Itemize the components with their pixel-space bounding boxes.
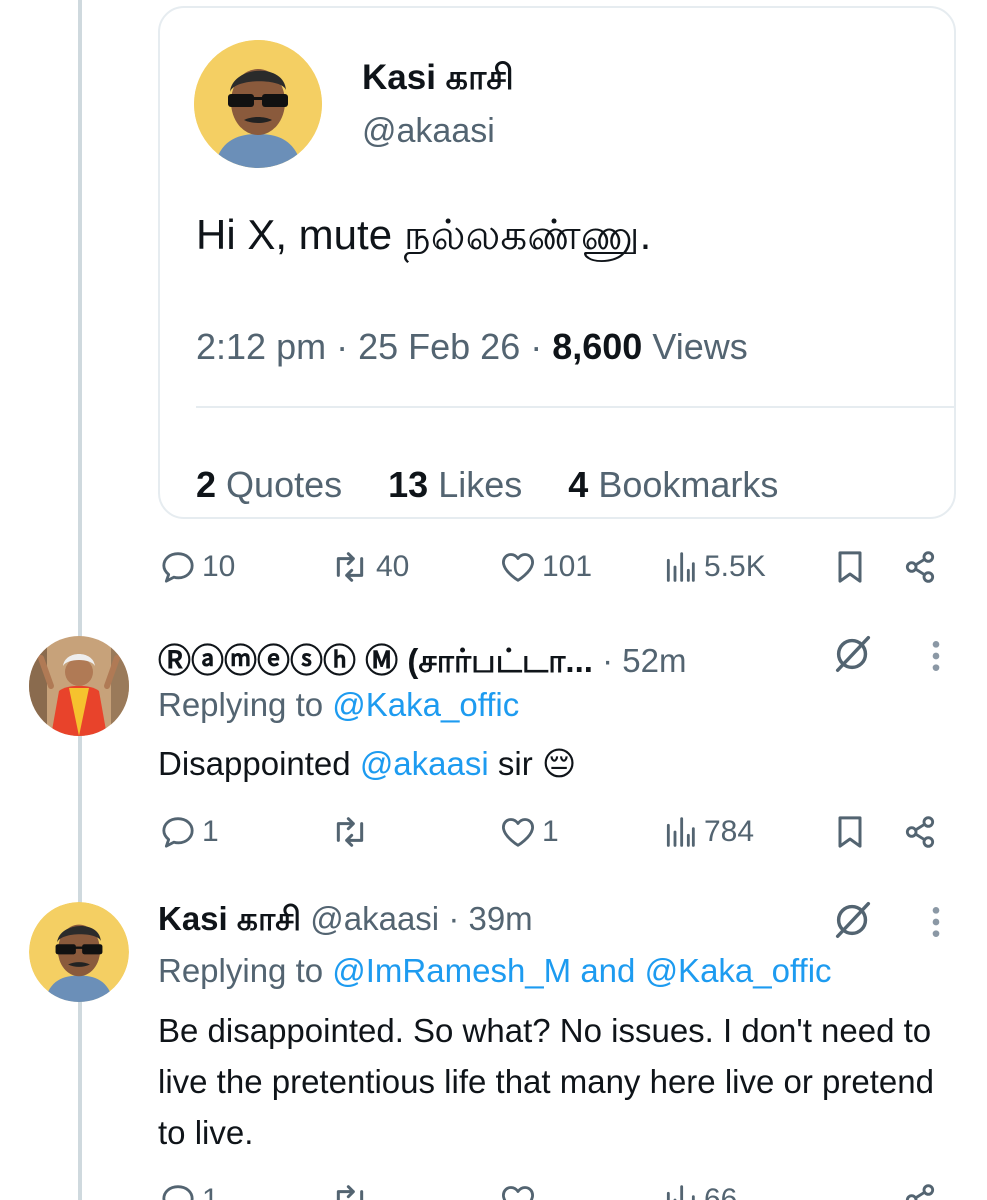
author-handle[interactable]: @akaasi [362,112,495,151]
mention-link[interactable]: @Kaka_offic [645,952,832,989]
bookmark-icon [838,816,862,848]
main-tweet-actions: 10 40 101 5.5K [158,547,958,587]
thread-connector-line [78,0,82,1200]
avatar[interactable] [194,40,322,168]
share-icon [905,1184,935,1200]
repost-icon [336,817,364,847]
repost-button[interactable] [328,1180,372,1200]
reply-icon [162,552,194,583]
views-button[interactable]: 66 [660,1180,737,1200]
views-icon [666,817,695,847]
mention-link[interactable]: @akaasi [360,745,489,782]
meta-separator: · [336,326,359,367]
share-icon [905,816,935,848]
bookmark-icon [838,551,862,583]
reply-text: Disappointed @akaasi sir 😔 [158,745,577,782]
share-button[interactable] [900,547,940,587]
like-button[interactable] [498,1180,538,1200]
person-avatar-icon [194,40,322,168]
reply-button[interactable]: 10 [158,547,235,587]
reply-header: Kasi காசி @akaasi · 39m [158,900,533,943]
share-icon [905,551,935,583]
heart-icon [502,818,534,847]
more-icon[interactable] [926,902,946,942]
reply-icon [162,1185,194,1200]
reply-count: 1 [202,1183,219,1200]
views-button[interactable]: 5.5K [660,547,766,587]
replying-to: Replying to @Kaka_offic [158,686,520,723]
heart-icon [502,553,534,582]
avatar[interactable] [29,636,129,736]
views-icon [666,552,695,582]
divider [196,406,954,408]
reply-count: 1 [202,815,219,848]
reply-count: 10 [202,550,236,583]
grok-icon[interactable] [830,896,876,942]
thread-view: Kasi காசி @akaasi Hi X, mute நல்லகண்ணு. … [0,0,987,1200]
views-count: 784 [704,815,755,848]
repost-button[interactable]: 40 [328,547,409,587]
repost-icon [336,1185,364,1200]
grok-icon[interactable] [830,630,876,676]
like-button[interactable]: 101 [498,547,592,587]
share-button[interactable] [900,812,940,852]
views-button[interactable]: 784 [660,812,754,852]
heart-icon [502,1186,534,1200]
like-button[interactable]: 1 [498,812,559,852]
views-icon [666,1185,695,1200]
views-label: Views [652,326,748,367]
bookmarks-stat[interactable]: 4 Bookmarks [568,464,778,505]
author-handle[interactable]: @akaasi [310,900,439,937]
views-count: 66 [704,1183,738,1200]
tweet-meta: 2:12 pm · 25 Feb 26 · 8,600 Views [196,326,748,368]
replying-to: Replying to @ImRamesh_M and @Kaka_offic [158,952,832,989]
tweet-date[interactable]: 25 Feb 26 [358,326,520,367]
repost-button[interactable] [328,812,372,852]
tweet-time[interactable]: 2:12 pm [196,326,326,367]
repost-icon [336,552,364,582]
person-avatar-icon [29,902,129,1002]
author-name[interactable]: Kasi காசி [158,900,301,937]
author-name[interactable]: Ⓡⓐⓜⓔⓢⓗ Ⓜ (சார்பட்டா... [158,642,593,679]
author-name[interactable]: Kasi காசி [362,58,514,102]
reply-icon [162,817,194,848]
reply-actions: 1 66 [158,1180,958,1200]
share-button[interactable] [900,1180,940,1200]
like-count: 101 [542,550,593,583]
bookmark-button[interactable] [830,547,870,587]
reply-header: Ⓡⓐⓜⓔⓢⓗ Ⓜ (சார்பட்டா... · 52m [158,634,686,685]
tweet-text: Hi X, mute நல்லகண்ணு. [196,211,652,258]
likes-stat[interactable]: 13 Likes [388,464,522,505]
meta-separator: · [530,326,553,367]
mention-link[interactable]: @ImRamesh_M [332,952,571,989]
reply-text: Be disappointed. So what? No issues. I d… [158,1012,934,1151]
mention-link[interactable]: @Kaka_offic [332,686,519,723]
like-count: 1 [542,815,559,848]
person-avatar-icon [29,636,129,736]
reply-time[interactable]: · 39m [448,900,532,937]
quoted-tweet-card[interactable]: Kasi காசி @akaasi Hi X, mute நல்லகண்ணு. … [158,6,956,519]
quotes-stat[interactable]: 2 Quotes [196,464,342,505]
bookmark-button[interactable] [830,812,870,852]
reply-time[interactable]: · 52m [602,642,686,679]
views-count: 8,600 [552,326,643,367]
reply-button[interactable]: 1 [158,812,219,852]
tweet-stats: 2 Quotes 13 Likes 4 Bookmarks [196,464,814,506]
repost-count: 40 [376,550,410,583]
views-count: 5.5K [704,550,766,583]
avatar[interactable] [29,902,129,1002]
reply-actions: 1 1 784 [158,812,958,852]
more-icon[interactable] [926,636,946,676]
reply-button[interactable]: 1 [158,1180,219,1200]
